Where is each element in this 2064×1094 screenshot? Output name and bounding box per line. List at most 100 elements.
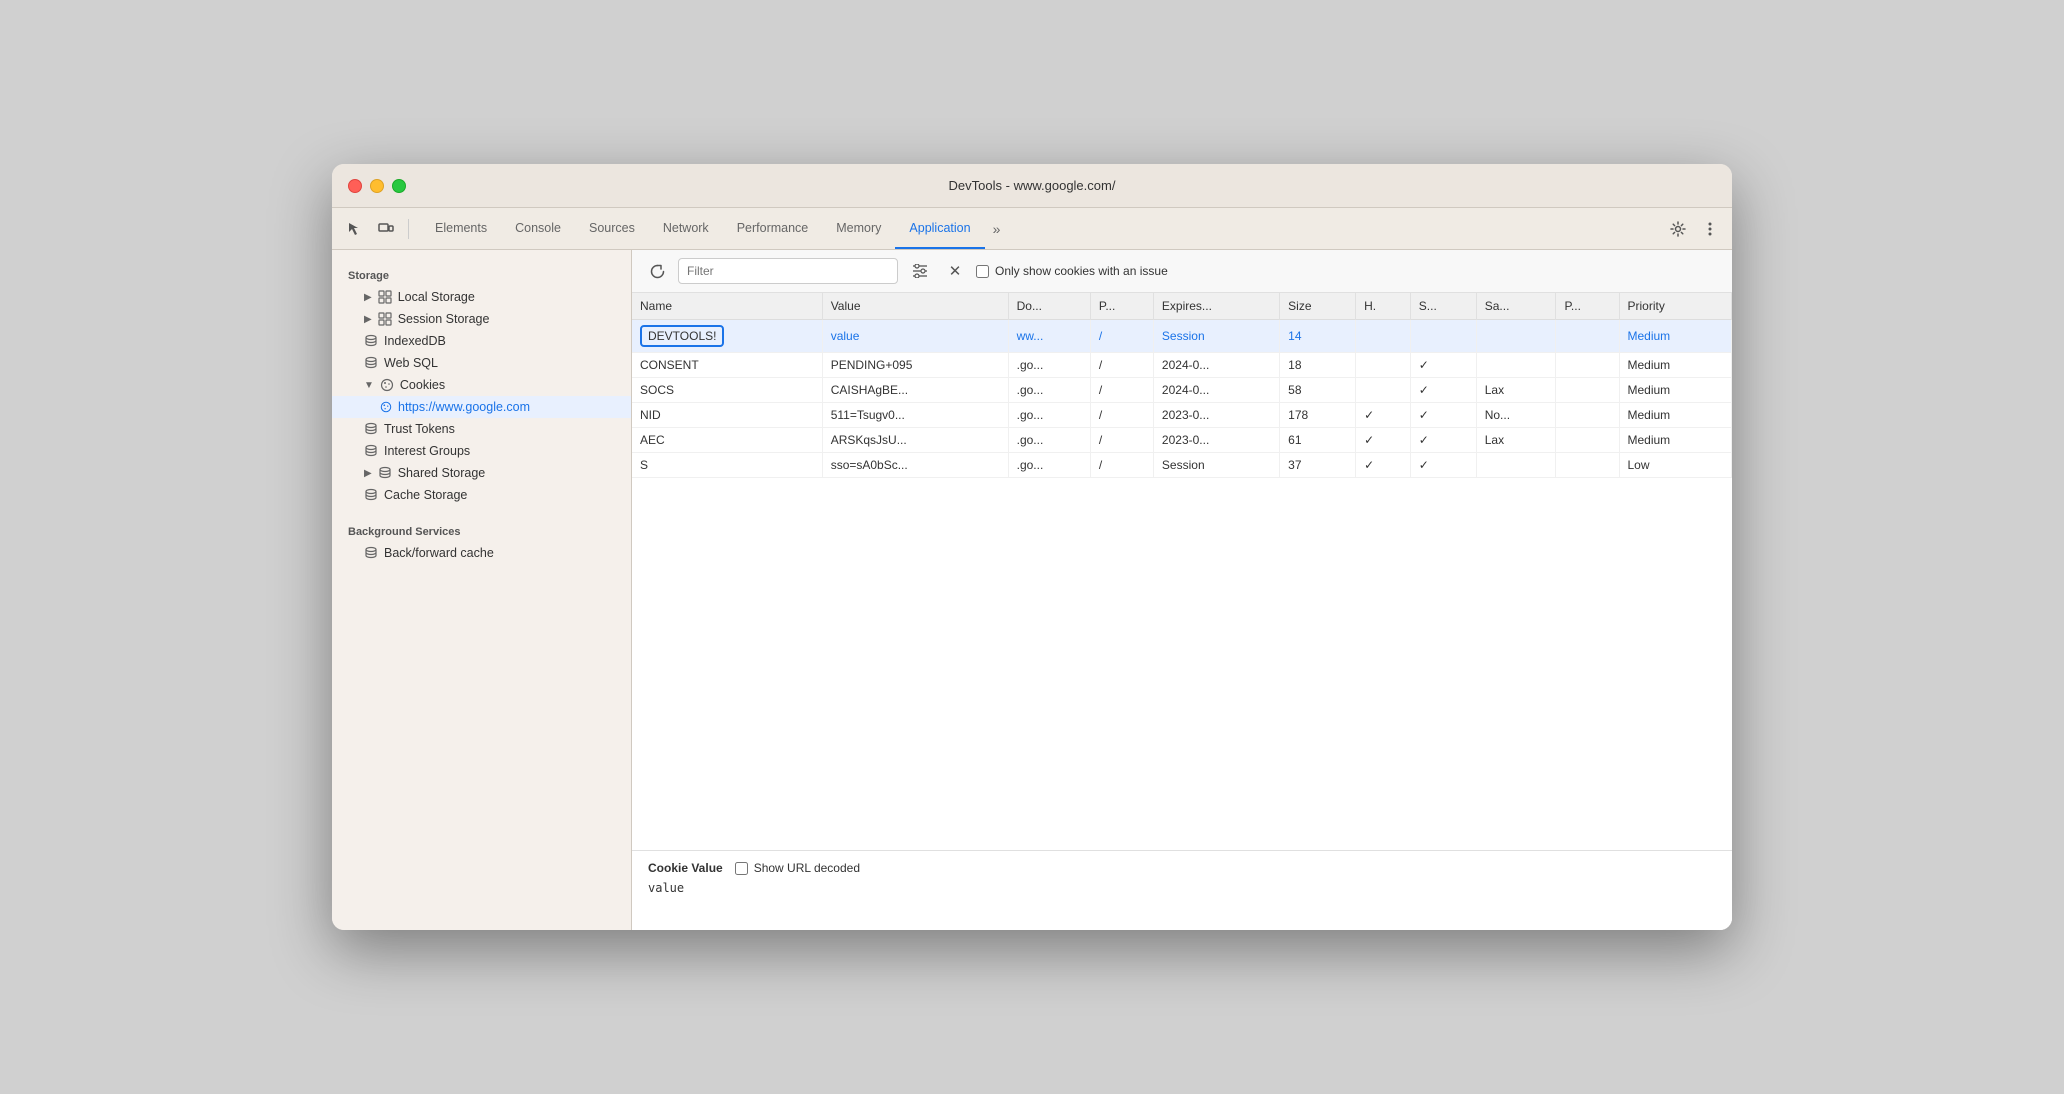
interest-groups-label: Interest Groups	[384, 444, 470, 458]
cell-4: 2024-0...	[1153, 353, 1279, 378]
filter-input[interactable]	[678, 258, 898, 284]
toolbar-right	[1664, 215, 1724, 243]
table-row[interactable]: AECARSKqsJsU....go.../2023-0...61✓✓LaxMe…	[632, 428, 1732, 453]
col-domain[interactable]: Do...	[1008, 293, 1090, 320]
sidebar-item-session-storage[interactable]: ▶ Session Storage	[332, 308, 631, 330]
col-samesite[interactable]: Sa...	[1476, 293, 1556, 320]
cell-0: S	[632, 453, 822, 478]
cookie-icon	[380, 378, 394, 392]
cell-4: 2023-0...	[1153, 403, 1279, 428]
issue-checkbox-label[interactable]: Only show cookies with an issue	[976, 264, 1168, 278]
tab-performance[interactable]: Performance	[723, 208, 823, 249]
device-toggle-icon[interactable]	[372, 215, 400, 243]
more-options-icon[interactable]	[1696, 215, 1724, 243]
inspect-icon[interactable]	[340, 215, 368, 243]
tab-toolbar: Elements Console Sources Network Perform…	[332, 208, 1732, 250]
sidebar-item-cache-storage[interactable]: Cache Storage	[332, 484, 631, 506]
table-row[interactable]: Ssso=sA0bSc....go.../Session37✓✓Low	[632, 453, 1732, 478]
sidebar-item-cookies-google[interactable]: https://www.google.com	[332, 396, 631, 418]
cell-10: Low	[1619, 453, 1732, 478]
sidebar-item-shared-storage[interactable]: ▶ Shared Storage	[332, 462, 631, 484]
window-title: DevTools - www.google.com/	[949, 178, 1116, 193]
cell-1: CAISHAgBE...	[822, 378, 1008, 403]
cell-0: NID	[632, 403, 822, 428]
chevron-right-icon: ▶	[364, 314, 372, 325]
cell-2: .go...	[1008, 378, 1090, 403]
tab-sources[interactable]: Sources	[575, 208, 649, 249]
cell-10: Medium	[1619, 403, 1732, 428]
clear-filter-button[interactable]: ✕	[942, 258, 968, 284]
tab-console[interactable]: Console	[501, 208, 575, 249]
devtools-window: DevTools - www.google.com/ Elements Cons…	[332, 164, 1732, 930]
sidebar-item-indexeddb[interactable]: IndexedDB	[332, 330, 631, 352]
table-row[interactable]: NID511=Tsugv0....go.../2023-0...178✓✓No.…	[632, 403, 1732, 428]
sidebar-item-interest-groups[interactable]: Interest Groups	[332, 440, 631, 462]
cell-6	[1356, 320, 1411, 353]
table-header-row: Name Value Do... P... Expires... Size H.…	[632, 293, 1732, 320]
tab-bar: Elements Console Sources Network Perform…	[421, 208, 1660, 249]
col-path[interactable]: P...	[1090, 293, 1153, 320]
show-url-decoded-text: Show URL decoded	[754, 861, 860, 875]
cell-1: PENDING+095	[822, 353, 1008, 378]
tab-memory[interactable]: Memory	[822, 208, 895, 249]
sidebar: Storage ▶ Local Storage ▶	[332, 250, 632, 930]
maximize-button[interactable]	[392, 179, 406, 193]
trust-tokens-label: Trust Tokens	[384, 422, 455, 436]
issue-checkbox[interactable]	[976, 265, 989, 278]
minimize-button[interactable]	[370, 179, 384, 193]
cookies-google-label: https://www.google.com	[398, 400, 530, 414]
grid-icon	[378, 290, 392, 304]
tab-elements[interactable]: Elements	[421, 208, 501, 249]
content-area: ✕ Only show cookies with an issue Name V…	[632, 250, 1732, 930]
col-expires[interactable]: Expires...	[1153, 293, 1279, 320]
cell-10: Medium	[1619, 353, 1732, 378]
tab-network[interactable]: Network	[649, 208, 723, 249]
sidebar-item-cookies[interactable]: ▼ Cookies	[332, 374, 631, 396]
cell-4: Session	[1153, 320, 1279, 353]
table-row[interactable]: CONSENTPENDING+095.go.../2024-0...18✓Med…	[632, 353, 1732, 378]
show-url-decoded-checkbox[interactable]	[735, 862, 748, 875]
col-value[interactable]: Value	[822, 293, 1008, 320]
cookie-small-icon	[380, 401, 392, 413]
sidebar-item-trust-tokens[interactable]: Trust Tokens	[332, 418, 631, 440]
refresh-button[interactable]	[644, 258, 670, 284]
back-forward-cache-label: Back/forward cache	[384, 546, 494, 560]
col-name[interactable]: Name	[632, 293, 822, 320]
cell-7: ✓	[1410, 353, 1476, 378]
filter-options-button[interactable]	[906, 258, 934, 284]
cookie-value-title: Cookie Value	[648, 861, 723, 875]
cache-storage-label: Cache Storage	[384, 488, 467, 502]
cell-8: Lax	[1476, 428, 1556, 453]
db-icon	[364, 422, 378, 436]
db-icon	[364, 356, 378, 370]
show-url-decoded-label[interactable]: Show URL decoded	[735, 861, 860, 875]
tab-application[interactable]: Application	[895, 208, 984, 249]
sidebar-item-back-forward-cache[interactable]: Back/forward cache	[332, 542, 631, 564]
cell-0: CONSENT	[632, 353, 822, 378]
cell-6: ✓	[1356, 403, 1411, 428]
cell-1: value	[822, 320, 1008, 353]
cell-3: /	[1090, 353, 1153, 378]
table-row[interactable]: SOCSCAISHAgBE....go.../2024-0...58✓LaxMe…	[632, 378, 1732, 403]
titlebar: DevTools - www.google.com/	[332, 164, 1732, 208]
db-icon	[364, 488, 378, 502]
sidebar-item-web-sql[interactable]: Web SQL	[332, 352, 631, 374]
db-icon	[364, 444, 378, 458]
col-httponly[interactable]: H.	[1356, 293, 1411, 320]
chevron-right-icon: ▶	[364, 468, 372, 479]
cell-6: ✓	[1356, 453, 1411, 478]
sidebar-item-local-storage[interactable]: ▶ Local Storage	[332, 286, 631, 308]
more-tabs-button[interactable]: »	[985, 208, 1009, 249]
cell-6: ✓	[1356, 428, 1411, 453]
cell-8	[1476, 320, 1556, 353]
settings-icon[interactable]	[1664, 215, 1692, 243]
cell-6	[1356, 353, 1411, 378]
table-row[interactable]: DEVTOOLS!valueww.../Session14Medium	[632, 320, 1732, 353]
col-secure[interactable]: S...	[1410, 293, 1476, 320]
col-size[interactable]: Size	[1280, 293, 1356, 320]
cell-1: 511=Tsugv0...	[822, 403, 1008, 428]
col-priority[interactable]: Priority	[1619, 293, 1732, 320]
traffic-lights	[348, 179, 406, 193]
col-partition[interactable]: P...	[1556, 293, 1619, 320]
close-button[interactable]	[348, 179, 362, 193]
